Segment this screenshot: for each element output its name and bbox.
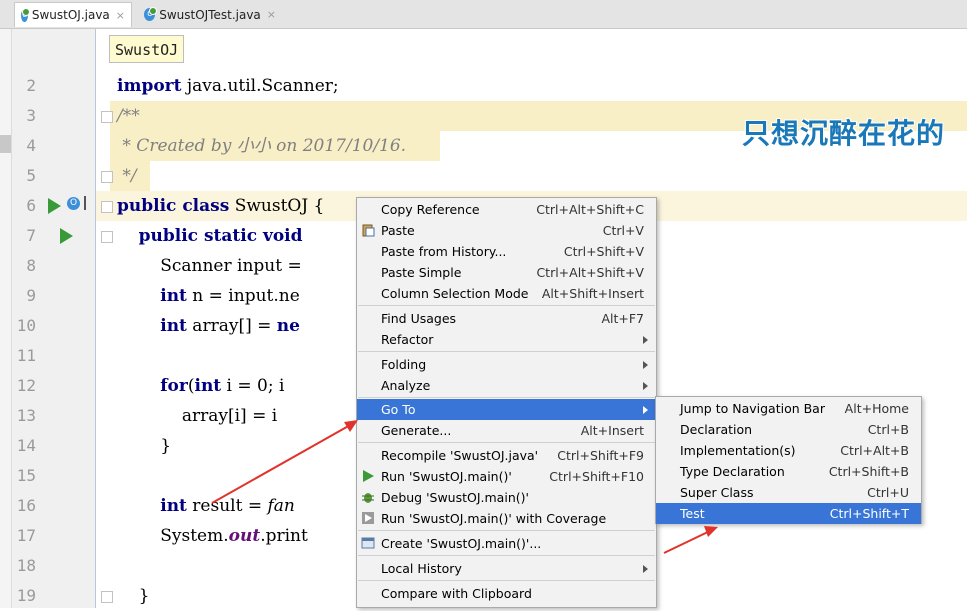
- menu-item-recompile[interactable]: Recompile 'SwustOJ.java'Ctrl+Shift+F9: [357, 445, 656, 466]
- menu-item-test[interactable]: TestCtrl+Shift+T: [656, 503, 921, 524]
- menu-item-run[interactable]: Run 'SwustOJ.main()'Ctrl+Shift+F10: [357, 466, 656, 487]
- menu-item-find-usages[interactable]: Find UsagesAlt+F7: [357, 308, 656, 329]
- code-text: }: [117, 581, 149, 611]
- editor-tab-bar: c SwustOJ.java × c SwustOJTest.java ×: [0, 0, 967, 29]
- menu-item-jump-to-navigation-bar[interactable]: Jump to Navigation BarAlt+Home: [656, 398, 921, 419]
- java-class-icon: c: [144, 8, 155, 21]
- code-text: * Created by 小小 on 2017/10/16.: [117, 131, 406, 161]
- line-number: 10: [12, 311, 36, 341]
- line-number: 3: [12, 101, 36, 131]
- create-config-icon: [361, 536, 375, 550]
- menu-separator: [358, 442, 655, 443]
- code-text: /**: [117, 101, 140, 131]
- menu-item-super-class[interactable]: Super ClassCtrl+U: [656, 482, 921, 503]
- line-number: 18: [12, 551, 36, 581]
- line-number: 17: [12, 521, 36, 551]
- menu-item-folding[interactable]: Folding: [357, 354, 656, 375]
- code-text: public static void: [117, 221, 303, 251]
- code-text: array[i] = i: [117, 401, 277, 431]
- overlay-caption: 只想沉醉在花的: [742, 112, 945, 152]
- menu-item-refactor[interactable]: Refactor: [357, 329, 656, 350]
- code-text: public class SwustOJ {: [117, 191, 324, 221]
- submenu-arrow-icon: [643, 406, 648, 414]
- class-breadcrumb[interactable]: SwustOJ: [109, 35, 184, 63]
- fold-icon[interactable]: [101, 171, 113, 183]
- goto-submenu: Jump to Navigation BarAlt+Home Declarati…: [655, 396, 922, 524]
- tab-swustojtest[interactable]: c SwustOJTest.java ×: [138, 2, 282, 27]
- debug-icon: [361, 490, 375, 504]
- line-number: 9: [12, 281, 36, 311]
- line-number: 16: [12, 491, 36, 521]
- submenu-arrow-icon: [643, 336, 648, 344]
- java-class-icon: c: [21, 9, 28, 22]
- menu-separator: [358, 530, 655, 531]
- menu-item-column-selection-mode[interactable]: Column Selection ModeAlt+Shift+Insert: [357, 283, 656, 304]
- tab-label: SwustOJ.java: [32, 8, 110, 22]
- tab-label: SwustOJTest.java: [159, 8, 261, 22]
- fold-icon[interactable]: [101, 111, 113, 123]
- fold-icon[interactable]: [101, 231, 113, 243]
- line-number: 11: [12, 341, 36, 371]
- implemented-down-arrow-icon[interactable]: [84, 196, 86, 210]
- menu-item-compare-with-clipboard[interactable]: Compare with Clipboard: [357, 583, 656, 604]
- line-number: 8: [12, 251, 36, 281]
- line-number: 6: [12, 191, 36, 221]
- code-text: import java.util.Scanner;: [117, 71, 339, 101]
- line-number: 2: [12, 71, 36, 101]
- close-icon[interactable]: ×: [116, 9, 125, 22]
- menu-item-local-history[interactable]: Local History: [357, 558, 656, 579]
- menu-item-paste-simple[interactable]: Paste SimpleCtrl+Alt+Shift+V: [357, 262, 656, 283]
- submenu-arrow-icon: [643, 565, 648, 573]
- menu-item-create-configuration[interactable]: Create 'SwustOJ.main()'...: [357, 533, 656, 554]
- coverage-icon: [361, 511, 375, 525]
- override-marker-icon[interactable]: O: [67, 197, 80, 210]
- submenu-arrow-icon: [643, 382, 648, 390]
- code-text: */: [117, 161, 137, 191]
- line-number: 14: [12, 431, 36, 461]
- line-number: 19: [12, 581, 36, 611]
- clipboard-icon: [361, 223, 375, 237]
- menu-separator: [358, 397, 655, 398]
- menu-item-run-with-coverage[interactable]: Run 'SwustOJ.main()' with Coverage: [357, 508, 656, 529]
- line-number: 4: [12, 131, 36, 161]
- menu-separator: [358, 555, 655, 556]
- menu-item-copy-reference[interactable]: Copy ReferenceCtrl+Alt+Shift+C: [357, 199, 656, 220]
- submenu-arrow-icon: [643, 361, 648, 369]
- menu-item-go-to[interactable]: Go To: [357, 399, 656, 420]
- run-icon[interactable]: [48, 198, 61, 214]
- fold-icon[interactable]: [101, 201, 113, 213]
- run-icon[interactable]: [60, 228, 73, 244]
- code-text: System.out.print: [117, 521, 308, 551]
- code-text: for(int i = 0; i: [117, 371, 284, 401]
- code-text: int array[] = ne: [117, 311, 300, 341]
- editor-context-menu: Copy ReferenceCtrl+Alt+Shift+C PasteCtrl…: [356, 197, 657, 608]
- code-line: 2 import java.util.Scanner;: [0, 71, 967, 101]
- code-text: int n = input.ne: [117, 281, 300, 311]
- line-number: 13: [12, 401, 36, 431]
- menu-separator: [358, 305, 655, 306]
- menu-item-generate[interactable]: Generate...Alt+Insert: [357, 420, 656, 441]
- fold-icon[interactable]: [101, 591, 113, 603]
- code-text: }: [117, 431, 171, 461]
- code-text: int result = fan: [117, 491, 295, 521]
- menu-item-type-declaration[interactable]: Type DeclarationCtrl+Shift+B: [656, 461, 921, 482]
- line-number: 5: [12, 161, 36, 191]
- close-icon[interactable]: ×: [267, 8, 276, 21]
- menu-item-implementations[interactable]: Implementation(s)Ctrl+Alt+B: [656, 440, 921, 461]
- line-number: 7: [12, 221, 36, 251]
- line-number: 12: [12, 371, 36, 401]
- code-text: Scanner input =: [117, 251, 307, 281]
- menu-separator: [358, 351, 655, 352]
- menu-item-debug[interactable]: Debug 'SwustOJ.main()': [357, 487, 656, 508]
- menu-item-analyze[interactable]: Analyze: [357, 375, 656, 396]
- menu-item-declaration[interactable]: DeclarationCtrl+B: [656, 419, 921, 440]
- line-number: 15: [12, 461, 36, 491]
- run-icon: [361, 469, 375, 483]
- menu-separator: [358, 580, 655, 581]
- menu-item-paste[interactable]: PasteCtrl+V: [357, 220, 656, 241]
- code-line: 5 */: [0, 161, 967, 191]
- tab-swustoj[interactable]: c SwustOJ.java ×: [14, 2, 132, 27]
- menu-item-paste-from-history[interactable]: Paste from History...Ctrl+Shift+V: [357, 241, 656, 262]
